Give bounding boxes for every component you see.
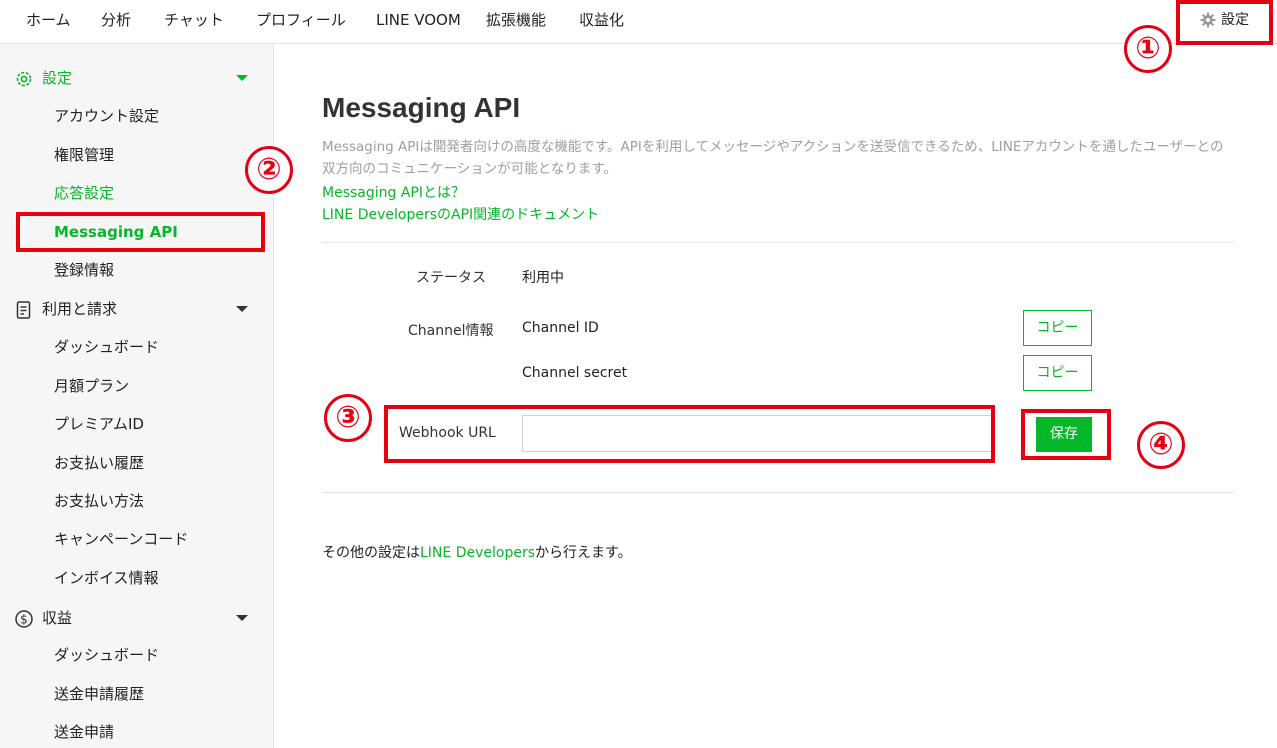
sidebar-item-premium-id[interactable]: プレミアムID [54, 409, 144, 439]
sidebar-item-transfer-request[interactable]: 送金申請 [54, 717, 114, 747]
chevron-down-icon [236, 75, 248, 81]
annotation-number-3: ③ [324, 394, 372, 442]
nav-profile[interactable]: プロフィール [256, 0, 346, 40]
nav-chat[interactable]: チャット [164, 0, 224, 40]
gear-icon [1200, 12, 1216, 28]
sidebar-item-dashboard[interactable]: ダッシュボード [54, 332, 159, 362]
page-title: Messaging API [322, 92, 521, 123]
divider [322, 492, 1234, 493]
save-button[interactable]: 保存 [1036, 417, 1092, 452]
sidebar-section-revenue[interactable]: $ 収益 [0, 600, 274, 636]
annotation-number-1: ① [1124, 25, 1172, 73]
sidebar-item-revenue-dashboard[interactable]: ダッシュボード [54, 640, 159, 670]
sidebar-item-monthly-plan[interactable]: 月額プラン [54, 371, 129, 401]
nav-home[interactable]: ホーム [26, 0, 71, 40]
footer-text-after: から行えます。 [535, 545, 632, 561]
sidebar-item-response-settings[interactable]: 応答設定 [54, 178, 114, 208]
divider [322, 242, 1234, 243]
settings-label: 設定 [1221, 12, 1249, 28]
sidebar: 設定 アカウント設定 権限管理 応答設定 Messaging API 登録情報 … [0, 44, 274, 748]
dollar-icon: $ [15, 610, 33, 628]
link-what-is-messaging-api[interactable]: Messaging APIとは？ [322, 182, 465, 202]
chevron-down-icon [236, 306, 248, 312]
footer-note: その他の設定はLINE Developersから行えます。 [322, 542, 632, 562]
nav-line-voom[interactable]: LINE VOOM [376, 0, 461, 40]
sidebar-section-billing[interactable]: 利用と請求 [0, 291, 274, 327]
svg-text:$: $ [20, 613, 28, 627]
link-line-developers[interactable]: LINE Developers [420, 545, 535, 561]
sidebar-section-settings[interactable]: 設定 [0, 60, 274, 96]
channel-id-label: Channel ID [522, 320, 599, 336]
sidebar-item-registration-info[interactable]: 登録情報 [54, 255, 114, 285]
sidebar-item-messaging-api[interactable]: Messaging API [54, 217, 178, 247]
sidebar-section-revenue-label: 収益 [42, 609, 73, 627]
gear-outline-icon [16, 71, 32, 87]
main-content: Messaging API Messaging APIは開発者向けの高度な機能で… [274, 44, 1277, 748]
sidebar-item-permissions[interactable]: 権限管理 [54, 140, 114, 170]
annotation-number-4: ④ [1137, 421, 1185, 469]
sidebar-section-settings-label: 設定 [42, 69, 73, 87]
page-description: Messaging APIは開発者向けの高度な機能です。APIを利用してメッセー… [322, 139, 1224, 177]
sidebar-item-payment-history[interactable]: お支払い履歴 [54, 448, 144, 478]
document-icon [16, 301, 31, 319]
nav-monetization[interactable]: 収益化 [579, 0, 624, 40]
status-label: ステータス [416, 270, 486, 286]
chevron-down-icon [236, 615, 248, 621]
sidebar-item-transfer-history[interactable]: 送金申請履歴 [54, 679, 144, 709]
copy-channel-secret-button[interactable]: コピー [1023, 355, 1092, 391]
channel-info-label: Channel情報 [408, 323, 494, 339]
webhook-url-label: Webhook URL [399, 425, 496, 441]
sidebar-item-campaign-code[interactable]: キャンペーンコード [54, 524, 188, 554]
footer-text-before: その他の設定は [322, 545, 420, 561]
sidebar-item-account-settings[interactable]: アカウント設定 [54, 101, 159, 131]
copy-channel-id-button[interactable]: コピー [1023, 310, 1092, 346]
top-nav: ホーム 分析 チャット プロフィール LINE VOOM 拡張機能 収益化 設定 [0, 0, 1277, 44]
nav-analytics[interactable]: 分析 [101, 0, 131, 40]
webhook-url-input[interactable] [522, 415, 992, 452]
channel-secret-label: Channel secret [522, 365, 628, 381]
status-value: 利用中 [522, 270, 564, 286]
sidebar-section-billing-label: 利用と請求 [42, 300, 118, 318]
nav-extensions[interactable]: 拡張機能 [486, 0, 546, 40]
sidebar-item-invoice-info[interactable]: インボイス情報 [54, 563, 159, 593]
sidebar-item-payment-method[interactable]: お支払い方法 [54, 486, 144, 516]
settings-button[interactable]: 設定 [1178, 0, 1272, 42]
annotation-number-2: ② [245, 146, 293, 194]
link-line-developers-docs[interactable]: LINE DevelopersのAPI関連のドキュメント [322, 204, 599, 224]
